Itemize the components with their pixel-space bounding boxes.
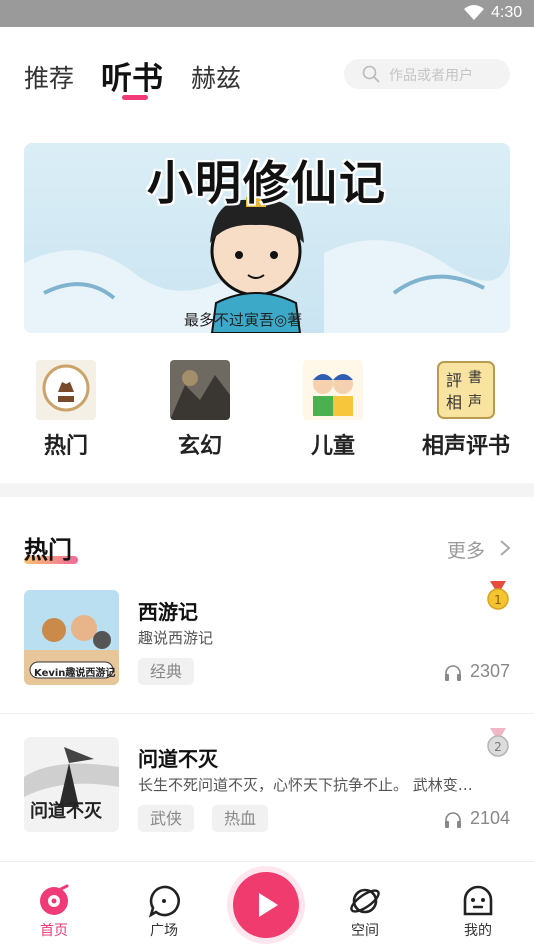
category-popular[interactable]: 热门: [16, 360, 116, 460]
headphones-icon: [445, 812, 461, 828]
item-cover: 问道不灭: [24, 737, 119, 832]
tab-space[interactable]: 空间: [335, 884, 395, 940]
category-label: 儿童: [310, 434, 355, 459]
section-divider: [0, 483, 534, 497]
search-placeholder: 作品或者用户: [389, 68, 473, 84]
item-description: 长生不死问道不灭，心怀天下抗争不止。 武林变…: [138, 776, 473, 794]
children-icon: [303, 360, 363, 420]
item-tag[interactable]: 武侠: [138, 805, 195, 832]
tab-home[interactable]: 首页: [24, 884, 84, 940]
gold-medal-icon: 1: [487, 581, 509, 610]
more-link[interactable]: 更多: [447, 536, 485, 563]
category-label: 相声评书: [421, 434, 510, 459]
chat-bubble-icon: [148, 885, 180, 918]
play-icon: [259, 893, 278, 917]
silver-medal-icon: 2: [487, 728, 509, 757]
tab-label: 空间: [351, 923, 379, 939]
banner-title: 小明修仙记: [147, 156, 387, 210]
bottom-tab-bar: 首页 广场 空间 我的: [0, 861, 534, 949]
category-label: 热门: [43, 434, 88, 459]
item-description: 趣说西游记: [138, 629, 214, 647]
planet-icon: [350, 888, 380, 914]
item-tag[interactable]: 经典: [138, 658, 195, 685]
svg-text:評: 評: [446, 371, 462, 390]
status-bar: 4:30: [0, 0, 534, 27]
tab-hertz[interactable]: 赫兹: [191, 59, 241, 95]
tab-recommend[interactable]: 推荐: [24, 59, 74, 95]
banner[interactable]: 小明修仙记 最多不过寅吾◎著: [24, 143, 510, 333]
top-nav: 推荐 听书 赫兹 作品或者用户: [0, 27, 534, 117]
status-time: 4:30: [491, 4, 523, 21]
item-play-count: 2307: [469, 661, 510, 681]
category-children[interactable]: 儿童: [283, 360, 383, 460]
item-cover: Kevin趣说西游记: [24, 590, 119, 685]
chevron-right-icon[interactable]: [498, 538, 512, 558]
item-cover-text: Kevin趣说西游记: [34, 668, 116, 679]
category-crosstalk[interactable]: 評書相声 相声评书: [416, 360, 516, 460]
popular-badge-icon: [36, 360, 96, 420]
banner-author: 最多不过寅吾◎著: [184, 311, 303, 329]
medal-rank: 1: [494, 593, 502, 607]
tab-square[interactable]: 广场: [134, 884, 194, 940]
profile-face-icon: [463, 885, 493, 916]
tab-label: 广场: [150, 923, 178, 939]
list-item[interactable]: 问道不灭 问道不灭 长生不死问道不灭，心怀天下抗争不止。 武林变… 武侠 热血 …: [0, 714, 534, 860]
tab-label: 首页: [40, 923, 68, 939]
category-label: 玄幻: [177, 434, 222, 459]
item-play-count: 2104: [469, 808, 510, 828]
item-title: 问道不灭: [138, 747, 218, 771]
category-fantasy[interactable]: 玄幻: [150, 360, 250, 460]
tab-mine[interactable]: 我的: [448, 884, 508, 940]
active-tab-indicator: [122, 95, 148, 100]
svg-text:相: 相: [446, 393, 462, 412]
list-item[interactable]: Kevin趣说西游记 西游记 趣说西游记 经典 1 2307: [0, 567, 534, 713]
item-title: 西游记: [138, 600, 198, 624]
item-tag[interactable]: 热血: [212, 805, 269, 832]
svg-text:声: 声: [468, 394, 482, 410]
play-button[interactable]: [233, 872, 299, 938]
medal-rank: 2: [494, 740, 502, 754]
svg-text:書: 書: [468, 370, 482, 386]
headphones-icon: [445, 665, 461, 681]
search-icon: [362, 65, 380, 83]
tab-label: 我的: [464, 923, 492, 939]
section-title: 热门: [24, 536, 72, 564]
tab-audiobook[interactable]: 听书: [101, 53, 163, 98]
search-bar[interactable]: 作品或者用户: [344, 59, 510, 89]
fantasy-cover-icon: [170, 360, 230, 420]
item-cover-text: 问道不灭: [30, 801, 102, 822]
home-disc-icon: [40, 884, 69, 915]
wifi-icon: [464, 5, 484, 20]
crosstalk-icon: 評書相声: [436, 360, 496, 420]
